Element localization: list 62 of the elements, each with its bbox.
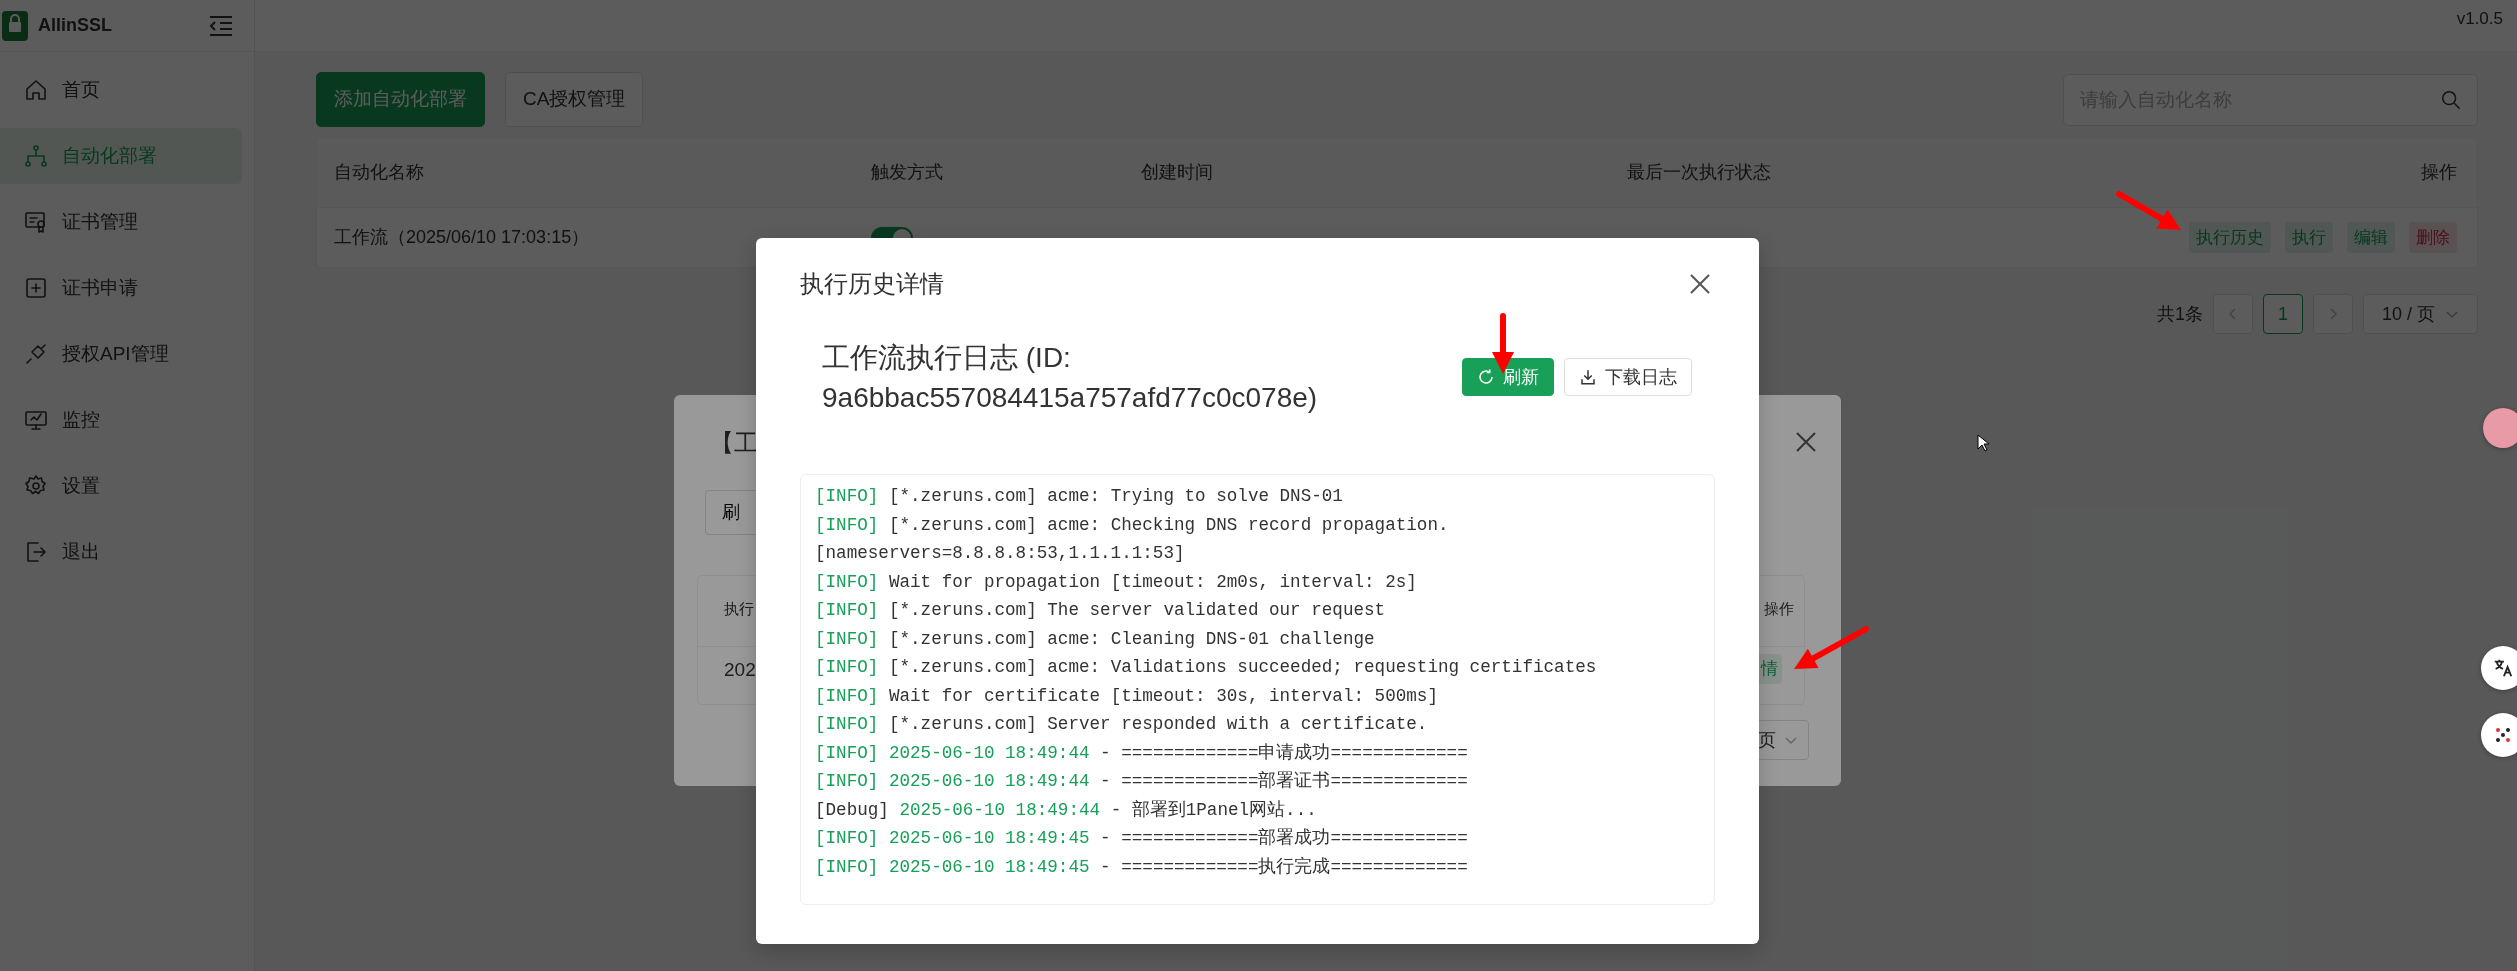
log-line: [INFO] 2025-06-10 18:49:45 - =============部署成功============= — [815, 827, 1469, 850]
action-button[interactable]: 执行 — [2285, 221, 2333, 254]
plug-icon — [24, 342, 48, 366]
certificate-icon — [24, 210, 48, 234]
log-line: [INFO] [*.zeruns.com] acme: Validations succeeded; requesting certificates — [815, 656, 1598, 679]
floating-button[interactable] — [2481, 713, 2517, 757]
sidebar-item[interactable]: 首页 — [0, 62, 242, 118]
download-button[interactable]: 下载日志 — [1564, 358, 1692, 396]
action-button[interactable]: 情 — [1757, 654, 1782, 684]
log-line: [INFO] 2025-06-10 18:49:44 - =============部署证书============= — [815, 770, 1469, 793]
action-button[interactable]: 执行历史 — [2189, 221, 2271, 254]
close-button[interactable] — [1795, 431, 1817, 453]
flow-icon — [24, 144, 48, 168]
page-button[interactable]: 1 — [2263, 294, 2303, 334]
dots-icon — [2493, 725, 2513, 745]
refresh-icon — [1477, 368, 1495, 386]
log-line: [Debug] 2025-06-10 18:49:44 - 部署到1Panel网站... — [815, 798, 1318, 822]
log-line: [INFO] 2025-06-10 18:49:44 - =============申请成功============= — [815, 741, 1469, 765]
sidebar-item[interactable]: 证书申请 — [0, 260, 242, 316]
log-line: [INFO] [*.zeruns.com] acme: Checking DNS record propagation. [nameservers=8.8.8.8:53,1.1.1.1:53] — [815, 513, 1450, 565]
log-line: [INFO] 2025-06-10 18:49:45 - =============执行完成============= — [815, 855, 1469, 879]
app-name: AllinSSL — [38, 14, 112, 37]
total-count: 共1条 — [2157, 302, 2203, 326]
column-header: 自动化名称 — [333, 161, 425, 184]
sidebar-item[interactable]: 设置 — [0, 458, 242, 514]
add-button[interactable]: 添加自动化部署 — [316, 72, 485, 127]
sidebar-item[interactable]: 授权API管理 — [0, 326, 242, 382]
log-line: [INFO] [*.zeruns.com] The server validated our request — [815, 599, 1387, 622]
log-title: 工作流执行日志 (ID: 9a6bbac557084415a757afd77c0c078e) — [822, 341, 1319, 415]
sidebar-item[interactable]: 证书管理 — [0, 194, 242, 250]
column-header: 操作 — [1764, 599, 1794, 619]
log-line: [INFO] [*.zeruns.com] Server responded with a certificate. — [815, 713, 1429, 736]
column-header: 触发方式 — [870, 161, 944, 184]
plus-square-icon — [24, 276, 48, 300]
sidebar-item[interactable]: 监控 — [0, 392, 242, 448]
logout-icon — [24, 540, 48, 564]
action-button[interactable]: 编辑 — [2347, 221, 2395, 254]
column-header: 操作 — [2420, 161, 2458, 184]
sidebar-item[interactable]: 退出 — [0, 524, 242, 580]
cursor-icon — [1977, 433, 1989, 452]
translate-button[interactable] — [2481, 646, 2517, 690]
version-label: v1.0.5 — [2456, 8, 2503, 30]
log-line: [INFO] [*.zeruns.com] acme: Cleaning DNS-01 challenge — [815, 627, 1376, 651]
secondary-button[interactable]: CA授权管理 — [505, 72, 644, 127]
modal-title: 执行历史详情 — [800, 269, 944, 299]
sidebar-item[interactable]: 自动化部署 — [0, 128, 242, 184]
translate-icon — [2492, 657, 2514, 679]
search-icon — [2440, 88, 2462, 111]
log-line: [INFO] Wait for propagation [timeout: 2m0s, interval: 2s] — [815, 570, 1418, 594]
table-cell-text: 工作流（2025/06/10 17:03:15） — [333, 226, 591, 249]
action-button[interactable]: 删除 — [2409, 221, 2457, 254]
home-icon — [24, 78, 48, 102]
log-line: [INFO] [*.zeruns.com] acme: Trying to solve DNS-01 — [815, 485, 1344, 508]
column-header: 执行 — [724, 599, 754, 619]
monitor-icon — [24, 408, 48, 432]
page-size-select[interactable]: 10 / 页 — [2363, 294, 2478, 334]
collapse-menu-button[interactable] — [208, 14, 234, 37]
log-line: [INFO] Wait for certificate [timeout: 30s, interval: 500ms] — [815, 684, 1439, 708]
download-icon — [1579, 368, 1597, 386]
table-cell-text: 202 — [724, 658, 756, 682]
dialog-title: 【工 — [710, 428, 758, 458]
column-header: 创建时间 — [1140, 161, 1214, 184]
